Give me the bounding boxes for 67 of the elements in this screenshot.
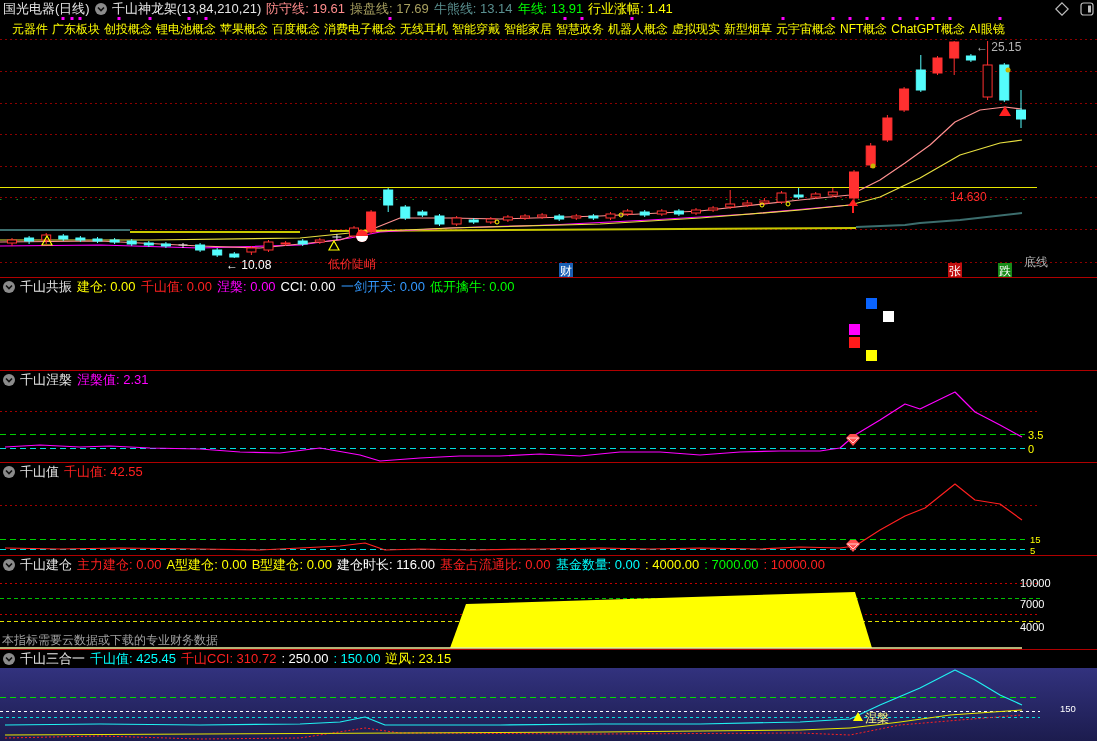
indicator-value: : 4000.00 xyxy=(645,558,700,572)
concept-tag: 消费电子概念 xyxy=(324,22,396,36)
indicator-value: : 150.00 xyxy=(333,652,381,666)
indicator-value: 低开擒牛: 0.00 xyxy=(430,280,515,294)
level-label: 3.5 xyxy=(1028,429,1044,441)
concept-tag: 百度概念 xyxy=(272,22,320,36)
indicator-value: 涅槃: 0.00 xyxy=(217,280,276,294)
indicator-value: CCI: 0.00 xyxy=(280,280,336,294)
indicator-value: 千山值: 425.45 xyxy=(90,652,176,666)
panel-title: 千山共振 xyxy=(20,280,72,294)
indicator-value: 基金数量: 0.00 xyxy=(555,558,641,572)
indicator-value: 基金占流通比: 0.00 xyxy=(439,558,551,572)
concept-tag: 无线耳机 xyxy=(400,22,448,36)
indicator-value: 操盘线: 17.69 xyxy=(350,1,429,16)
indicator-value: 行业涨幅: 1.41 xyxy=(588,1,673,16)
indicator-value: : 7000.00 xyxy=(704,558,759,572)
indicator-value: B型建仓: 0.00 xyxy=(251,558,332,572)
baseline-label: 底线 xyxy=(1024,255,1048,269)
concept-tag: 智能穿戴 xyxy=(452,22,500,36)
concept-tag: 机器人概念 xyxy=(608,22,668,36)
signal-label: 低价陡峭 xyxy=(328,257,376,271)
panel-title: 千山涅槃 xyxy=(20,373,72,387)
price-label: ← 10.08 xyxy=(226,258,272,272)
level-label: 7000 xyxy=(1020,598,1045,610)
indicator-value: 逆风: 23.15 xyxy=(385,652,452,666)
concept-tag: 元器件 xyxy=(12,22,48,36)
concept-tag: 广东板块 xyxy=(52,22,100,36)
indicator-value: : 10000.00 xyxy=(763,558,825,572)
stock-title: 国光电器(日线) xyxy=(3,1,90,16)
concept-tag: 虚拟现实 xyxy=(672,22,720,36)
level-label: 5 xyxy=(1030,544,1036,555)
concept-tag: NFT概念 xyxy=(840,22,888,36)
indicator-name: 千山神龙架(13,84,210,21) xyxy=(111,1,262,16)
indicator-value: 年线: 13.91 xyxy=(517,1,584,16)
indicator-value: 千山值: 0.00 xyxy=(140,280,213,294)
indicator-value: 千山值: 42.55 xyxy=(64,465,143,479)
indicator-value: : 250.00 xyxy=(281,652,329,666)
indicator-value: 一剑开天: 0.00 xyxy=(340,280,426,294)
concept-tag: ChatGPT概念 xyxy=(891,22,966,36)
notice-text: 本指标需要云数据或下载的专业财务数据 xyxy=(2,633,218,647)
event-tag: 跌 xyxy=(998,263,1012,277)
panel-title: 千山值 xyxy=(20,465,59,479)
level-label: 15 xyxy=(1030,534,1041,545)
level-label: 10000 xyxy=(1020,577,1051,589)
indicator-value: 涅槃值: 2.31 xyxy=(77,373,149,387)
concept-tag: 智能家居 xyxy=(504,22,552,36)
concept-tag: 新型烟草 xyxy=(724,22,772,36)
concept-tag: 锂电池概念 xyxy=(156,22,216,36)
concept-tag: 智慧政务 xyxy=(556,22,604,36)
indicator-value: 主力建仓: 0.00 xyxy=(77,558,162,572)
level-label: 4000 xyxy=(1020,621,1045,633)
level-label: 150 xyxy=(1060,703,1076,714)
concept-tag: 创投概念 xyxy=(104,22,152,36)
indicator-value: 防守线: 19.61 xyxy=(266,1,345,16)
concept-tag: 苹果概念 xyxy=(220,22,268,36)
indicator-value: 建仓时长: 116.00 xyxy=(336,558,435,572)
indicator-value: 千山CCI: 310.72 xyxy=(181,652,277,666)
event-tag: 财 xyxy=(559,263,573,277)
indicator-value: 建仓: 0.00 xyxy=(77,280,136,294)
panel-title: 千山三合一 xyxy=(20,652,85,666)
panel-title: 千山建仓 xyxy=(20,558,72,572)
concept-tag: 元宇宙概念 xyxy=(776,22,836,36)
event-tag: 张 xyxy=(948,263,962,277)
indicator-value: A型建仓: 0.00 xyxy=(166,558,247,572)
concept-tag: AI眼镜 xyxy=(969,22,1005,36)
level-label: 0 xyxy=(1028,443,1035,455)
indicator-value: 牛熊线: 13.14 xyxy=(433,1,513,16)
